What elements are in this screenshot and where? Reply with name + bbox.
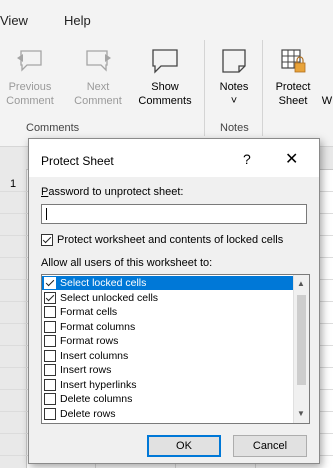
- previous-comment-icon: [17, 50, 42, 72]
- help-icon[interactable]: ?: [243, 151, 251, 167]
- permission-label: Format cells: [60, 306, 118, 318]
- scroll-up-icon[interactable]: ▲: [297, 279, 305, 288]
- scroll-down-icon[interactable]: ▼: [297, 409, 305, 418]
- chevron-down-icon: ˅: [230, 95, 238, 107]
- permission-label: Delete rows: [60, 407, 116, 420]
- protect-sheet-icon: [281, 49, 306, 73]
- previous-comment-button[interactable]: Previous Comment: [0, 46, 60, 108]
- permission-label: Insert hyperlinks: [60, 378, 137, 391]
- permission-item[interactable]: Select locked cells: [42, 276, 296, 290]
- checkbox-checked-icon[interactable]: [44, 291, 56, 304]
- ribbon-tab-bar: View Help: [0, 0, 333, 34]
- ok-button[interactable]: OK: [147, 435, 221, 457]
- permission-item[interactable]: Select unlocked cells: [42, 291, 296, 305]
- dialog-title-bar: Protect Sheet ? ✕: [29, 139, 319, 177]
- permissions-list[interactable]: Delete rows Delete columns Insert hyperlin…: [41, 274, 310, 424]
- group-separator: [204, 40, 205, 136]
- permission-item[interactable]: Format cells: [42, 305, 296, 319]
- permission-item[interactable]: Insert columns: [42, 349, 296, 363]
- vertical-scrollbar[interactable]: ▲ ▼: [293, 275, 309, 423]
- permission-item[interactable]: Delete rows: [42, 407, 296, 421]
- allow-users-label: Allow all users of this worksheet to:: [41, 257, 213, 269]
- note-icon: [222, 49, 246, 73]
- ribbon-review: Previous Comment Next Comment Show Comme…: [0, 34, 333, 147]
- show-comments-button[interactable]: Show Comments: [134, 46, 196, 108]
- checkbox-icon[interactable]: [44, 306, 56, 319]
- comment-icon: [152, 49, 178, 74]
- close-icon[interactable]: ✕: [285, 149, 298, 169]
- permission-label: Delete columns: [60, 393, 133, 405]
- notes-button[interactable]: Notes ˅: [212, 46, 256, 108]
- protect-workbook-icon: [322, 46, 332, 76]
- permission-label: Insert columns: [60, 349, 129, 362]
- checkbox-icon[interactable]: [44, 364, 56, 377]
- next-comment-icon: [86, 50, 111, 72]
- group-label-notes: Notes: [220, 122, 249, 134]
- checkbox-icon[interactable]: [44, 407, 56, 420]
- text-caret: [46, 208, 47, 220]
- permission-label: Format columns: [60, 320, 136, 333]
- protect-workbook-button-partial[interactable]: x W: [320, 46, 333, 108]
- tab-view[interactable]: View: [0, 13, 28, 28]
- permission-label: Format rows: [60, 335, 119, 347]
- cancel-button[interactable]: Cancel: [233, 435, 307, 457]
- permission-item[interactable]: Insert hyperlinks: [42, 378, 296, 392]
- checkbox-icon[interactable]: [44, 378, 56, 391]
- checkbox-checked-icon[interactable]: [41, 234, 53, 247]
- permission-item[interactable]: Format columns: [42, 320, 296, 334]
- password-label: Password to unprotect sheet:: [41, 186, 184, 198]
- dialog-title: Protect Sheet: [41, 154, 114, 168]
- row-number: 1: [10, 178, 17, 190]
- checkbox-icon[interactable]: [44, 393, 56, 406]
- permission-label: Insert rows: [60, 364, 112, 376]
- password-input[interactable]: [41, 204, 307, 224]
- checkbox-icon[interactable]: [44, 335, 56, 348]
- scrollbar-thumb[interactable]: [297, 295, 306, 385]
- permission-item[interactable]: Insert rows: [42, 363, 296, 377]
- checkbox-checked-icon[interactable]: [44, 277, 56, 290]
- group-separator: [262, 40, 263, 136]
- permission-label: Select unlocked cells: [60, 291, 159, 304]
- protect-contents-checkbox[interactable]: Protect worksheet and contents of locked…: [41, 234, 283, 247]
- permission-item[interactable]: Delete columns: [42, 392, 296, 406]
- group-label-comments: Comments: [26, 122, 80, 134]
- tab-help[interactable]: Help: [64, 13, 91, 28]
- permission-item[interactable]: Format rows: [42, 334, 296, 348]
- checkbox-icon[interactable]: [44, 349, 56, 362]
- protect-sheet-button[interactable]: Protect Sheet: [270, 46, 316, 108]
- protect-sheet-dialog: Protect Sheet ? ✕ Password to unprotect …: [28, 138, 320, 464]
- checkbox-icon[interactable]: [44, 320, 56, 333]
- next-comment-button[interactable]: Next Comment: [68, 46, 128, 108]
- permission-label: Select locked cells: [60, 277, 147, 289]
